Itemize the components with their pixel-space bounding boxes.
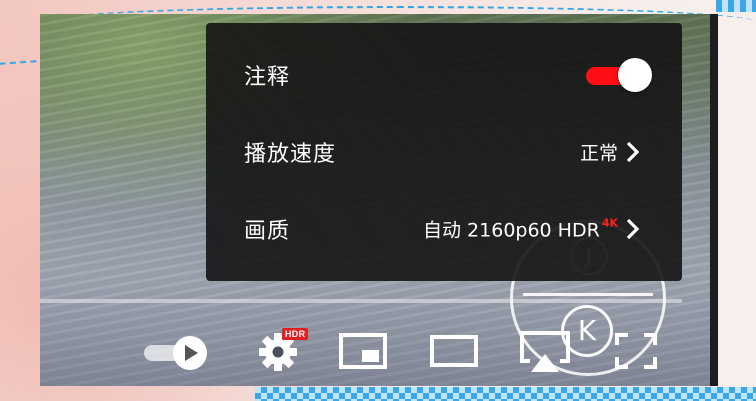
autoplay-toggle[interactable] [142, 334, 212, 372]
hdr-badge: HDR [282, 328, 309, 340]
miniplayer-icon [339, 333, 387, 369]
quality-value-wrap: 自动 2160p60 HDR 4K [423, 216, 618, 243]
toggle-knob [618, 58, 652, 92]
fullscreen-button[interactable] [612, 330, 660, 372]
autoplay-toggle-icon [144, 336, 207, 370]
fullscreen-icon [615, 333, 657, 369]
quality-label: 画质 [244, 219, 291, 244]
menu-item-playback-speed[interactable]: 播放速度 正常 [206, 122, 682, 182]
menu-item-quality[interactable]: 画质 自动 2160p60 HDR 4K [206, 199, 682, 259]
miniplayer-button[interactable] [338, 330, 390, 372]
playback-speed-label: 播放速度 [244, 142, 337, 167]
chevron-right-icon [626, 141, 640, 163]
airplay-icon [520, 331, 570, 372]
menu-item-annotations[interactable]: 注释 [206, 45, 682, 105]
quality-value: 自动 2160p60 HDR [423, 219, 600, 242]
watermark-arrow [523, 293, 653, 296]
theater-mode-button[interactable] [428, 330, 482, 372]
airplay-button[interactable] [516, 328, 574, 376]
theater-mode-icon [430, 335, 478, 367]
playback-speed-value: 正常 [579, 142, 618, 165]
annotations-toggle[interactable] [586, 58, 652, 92]
decorative-checker-border [716, 0, 756, 12]
quality-4k-badge: 4K [601, 216, 618, 230]
decorative-checker-border [255, 387, 756, 401]
chevron-right-icon [626, 218, 640, 240]
settings-menu: 注释 播放速度 正常 画质 自动 2160p60 HDR 4K [206, 23, 682, 281]
settings-button[interactable]: HDR [248, 322, 312, 376]
video-edge [710, 14, 718, 386]
annotations-label: 注释 [244, 65, 291, 90]
